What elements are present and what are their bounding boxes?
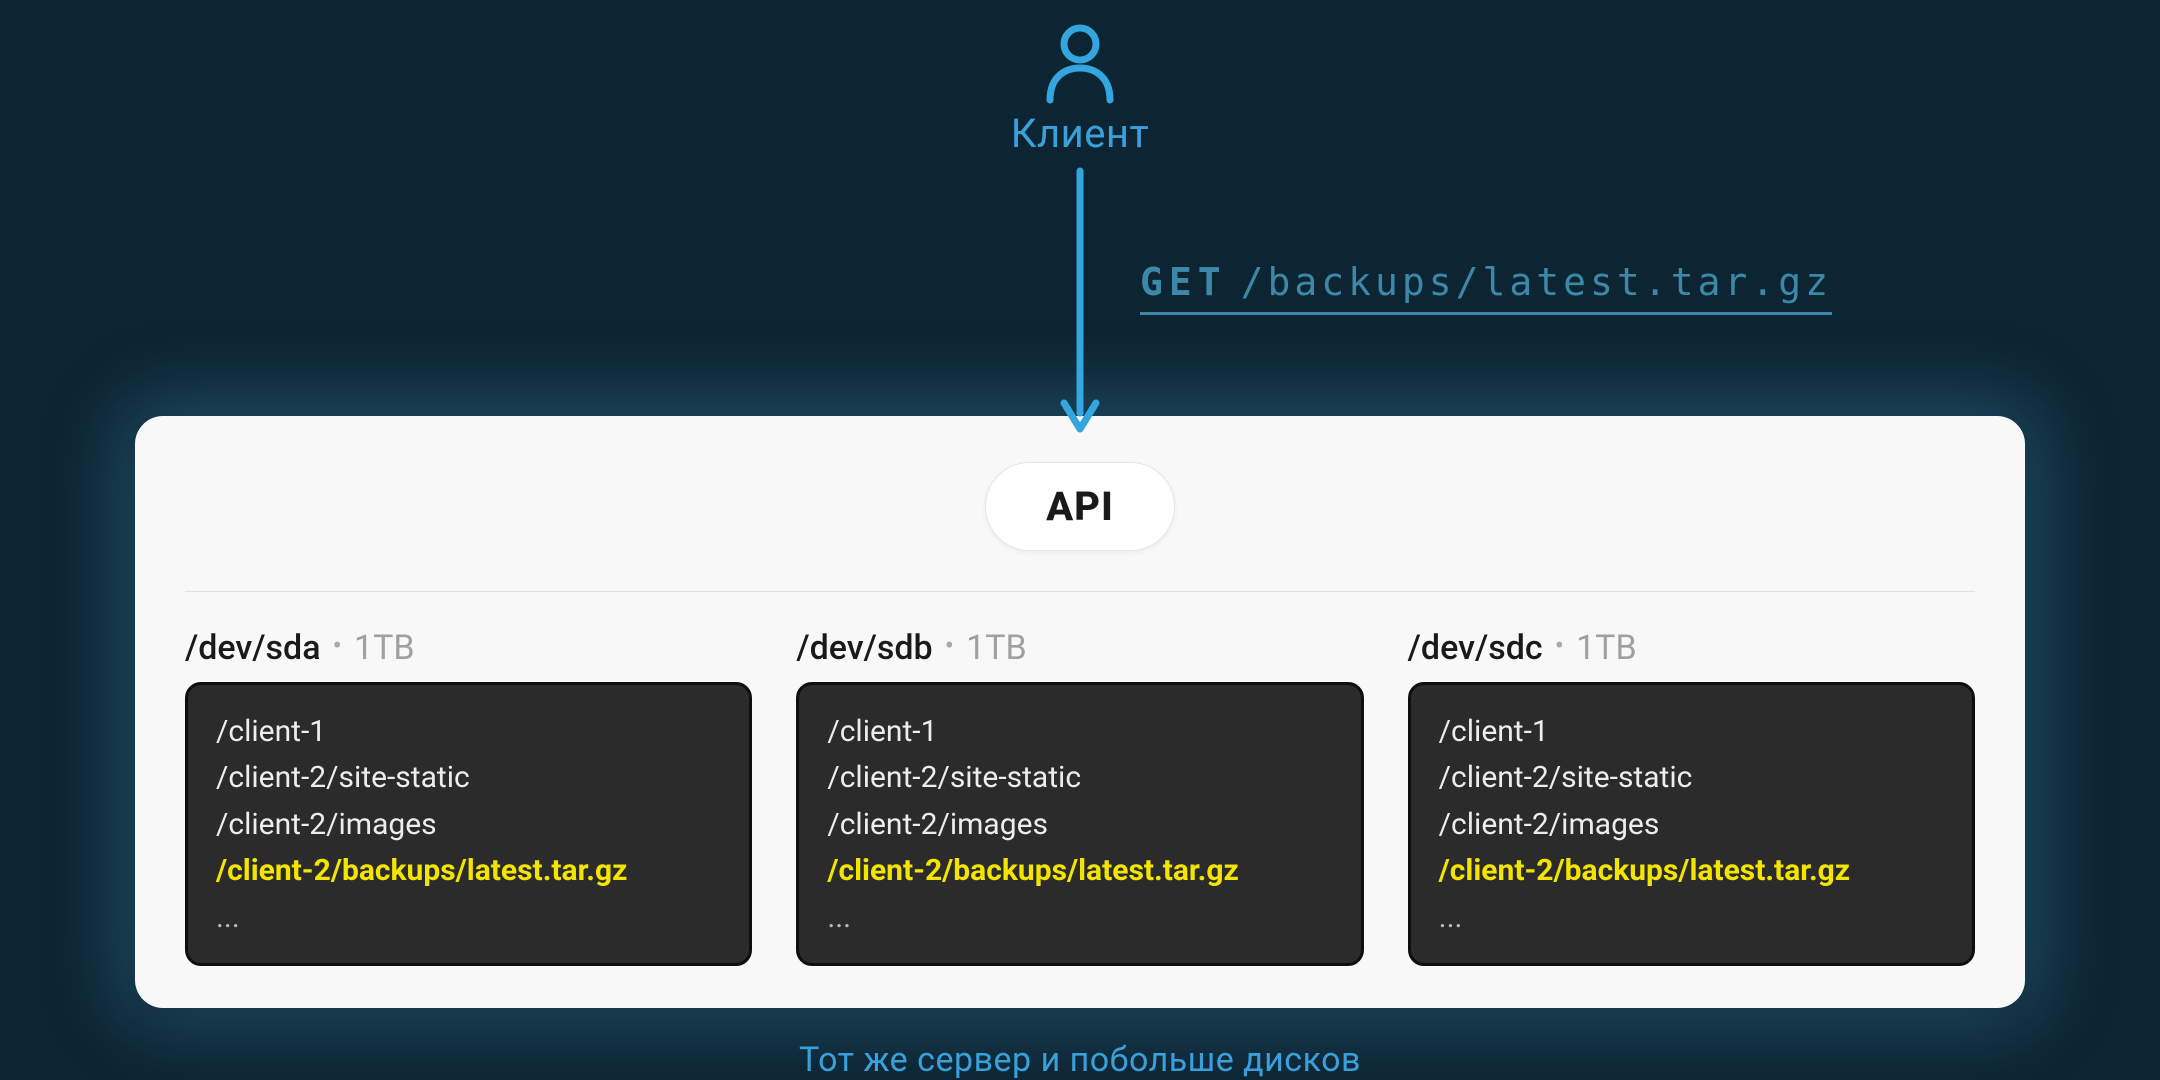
disk-name: /dev/sdc bbox=[1408, 628, 1543, 668]
diagram-stage: Клиент GET /backups/latest.tar.gz API /d… bbox=[0, 0, 2160, 1080]
disk-col-sdc: /dev/sdc • 1TB /client-1 /client-2/site-… bbox=[1408, 628, 1975, 967]
disk-contents: /client-1 /client-2/site-static /client-… bbox=[185, 682, 752, 967]
disk-header: /dev/sdb • 1TB bbox=[796, 628, 1363, 668]
fs-entry: /client-1 bbox=[216, 709, 721, 756]
divider bbox=[185, 591, 1975, 592]
disk-col-sda: /dev/sda • 1TB /client-1 /client-2/site-… bbox=[185, 628, 752, 967]
fs-entry: /client-2/site-static bbox=[216, 755, 721, 802]
disk-header: /dev/sda • 1TB bbox=[185, 628, 752, 668]
api-pill: API bbox=[985, 462, 1175, 551]
fs-entry: /client-1 bbox=[1439, 709, 1944, 756]
disk-col-sdb: /dev/sdb • 1TB /client-1 /client-2/site-… bbox=[796, 628, 1363, 967]
disk-size: 1TB bbox=[354, 628, 415, 668]
arrow-down bbox=[1077, 167, 1083, 426]
fs-more: ... bbox=[216, 895, 721, 942]
separator-dot: • bbox=[945, 629, 954, 662]
disk-contents: /client-1 /client-2/site-static /client-… bbox=[1408, 682, 1975, 967]
fs-entry: /client-2/site-static bbox=[1439, 755, 1944, 802]
disk-size: 1TB bbox=[1576, 628, 1637, 668]
fs-entry-highlight: /client-2/backups/latest.tar.gz bbox=[1439, 848, 1944, 895]
fs-entry-highlight: /client-2/backups/latest.tar.gz bbox=[827, 848, 1332, 895]
fs-entry: /client-2/images bbox=[827, 802, 1332, 849]
user-icon bbox=[1036, 18, 1124, 106]
disk-name: /dev/sdb bbox=[796, 628, 932, 668]
http-request: GET /backups/latest.tar.gz bbox=[1140, 260, 1832, 315]
http-method: GET bbox=[1140, 260, 1227, 304]
disks-row: /dev/sda • 1TB /client-1 /client-2/site-… bbox=[185, 628, 1975, 967]
http-path: /backups/latest.tar.gz bbox=[1241, 260, 1832, 304]
server-panel: API /dev/sda • 1TB /client-1 /client-2/s… bbox=[135, 416, 2025, 1009]
fs-entry-highlight: /client-2/backups/latest.tar.gz bbox=[216, 848, 721, 895]
caption: Тот же сервер и побольше дисков bbox=[799, 1040, 1361, 1080]
fs-entry: /client-2/images bbox=[1439, 802, 1944, 849]
disk-header: /dev/sdc • 1TB bbox=[1408, 628, 1975, 668]
separator-dot: • bbox=[1555, 629, 1564, 662]
fs-entry: /client-2/site-static bbox=[827, 755, 1332, 802]
client-label: Клиент bbox=[1011, 110, 1149, 157]
fs-entry: /client-2/images bbox=[216, 802, 721, 849]
fs-entry: /client-1 bbox=[827, 709, 1332, 756]
client-block: Клиент bbox=[1011, 18, 1149, 157]
disk-contents: /client-1 /client-2/site-static /client-… bbox=[796, 682, 1363, 967]
separator-dot: • bbox=[333, 629, 342, 662]
disk-name: /dev/sda bbox=[185, 628, 321, 668]
disk-size: 1TB bbox=[966, 628, 1027, 668]
fs-more: ... bbox=[827, 895, 1332, 942]
fs-more: ... bbox=[1439, 895, 1944, 942]
